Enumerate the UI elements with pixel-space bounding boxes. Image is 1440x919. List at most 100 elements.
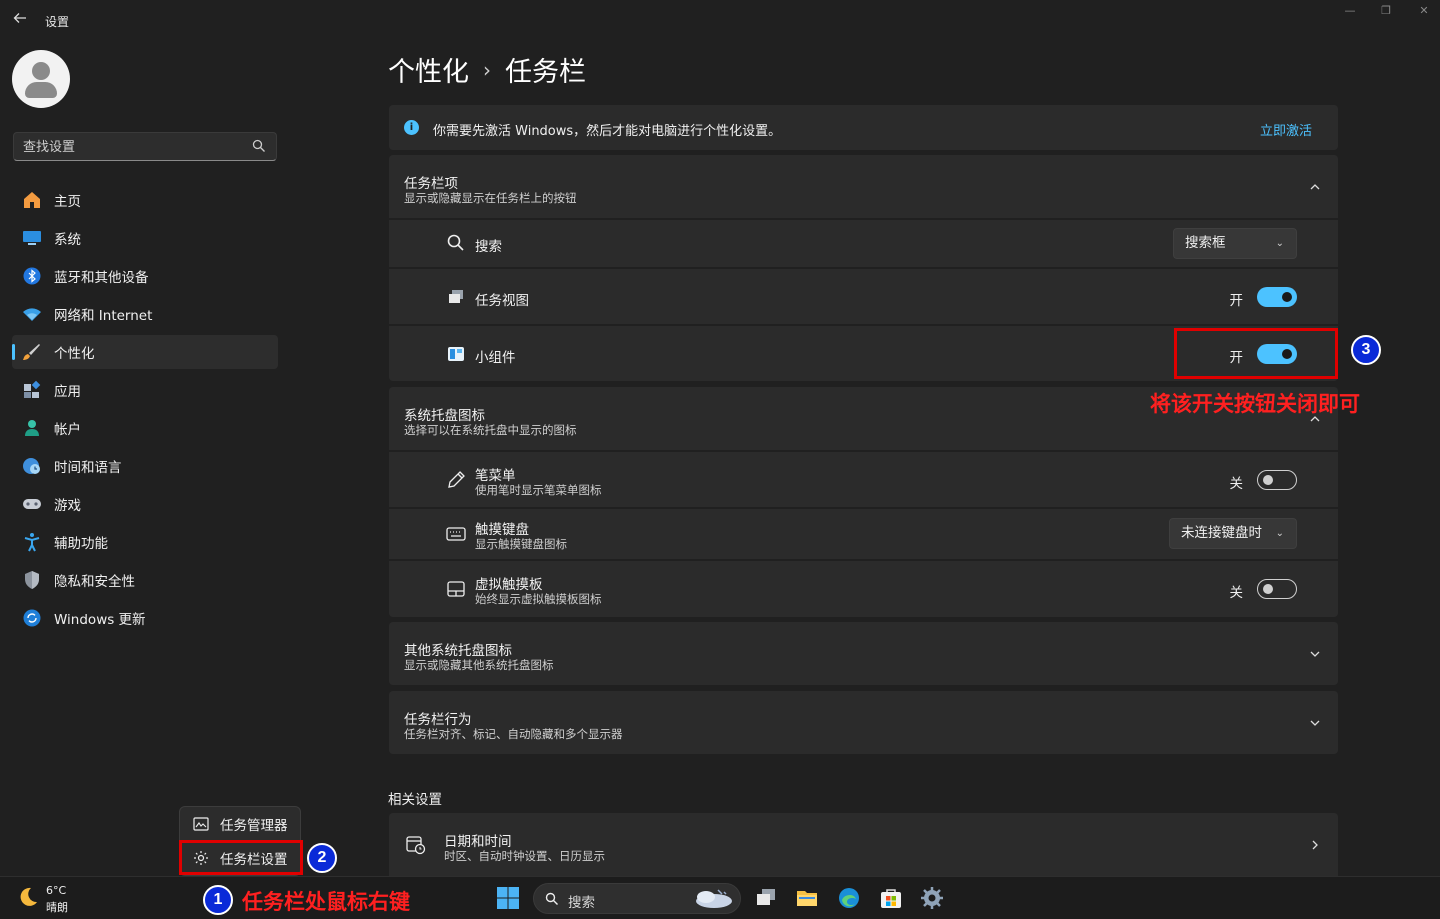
avatar-head-icon bbox=[32, 62, 50, 80]
row-title: 触摸键盘 bbox=[475, 522, 529, 538]
chevron-up-icon bbox=[1310, 184, 1320, 190]
back-button[interactable] bbox=[10, 10, 30, 30]
sidebar-item-bluetooth[interactable]: 蓝牙和其他设备 bbox=[12, 259, 278, 293]
touch-keyboard-dropdown[interactable]: 未连接键盘时 ⌄ bbox=[1169, 518, 1297, 549]
avatar[interactable] bbox=[12, 50, 70, 108]
row-title: 日期和时间 bbox=[444, 834, 512, 850]
task-view-button[interactable] bbox=[753, 885, 779, 911]
search-icon bbox=[545, 892, 558, 905]
close-button[interactable]: ✕ bbox=[1410, 2, 1438, 20]
store-icon bbox=[881, 889, 901, 908]
date-time-link-row[interactable]: 日期和时间 时区、自动时钟设置、日历显示 bbox=[389, 813, 1338, 876]
taskbar-behaviors-header[interactable]: 任务栏行为 任务栏对齐、标记、自动隐藏和多个显示器 bbox=[389, 691, 1338, 754]
title-bar: 设置 — ❐ ✕ bbox=[0, 0, 1440, 40]
taskbar-item-search-row: 搜索 搜索框 ⌄ bbox=[389, 220, 1338, 267]
toggle-knob bbox=[1263, 475, 1273, 485]
pen-icon bbox=[446, 470, 466, 490]
globe-clock-icon bbox=[22, 456, 42, 476]
home-icon bbox=[22, 190, 42, 210]
settings-search-input[interactable] bbox=[23, 137, 243, 157]
moon-weather-icon[interactable] bbox=[16, 885, 40, 909]
context-item-task-manager[interactable]: 任务管理器 bbox=[180, 809, 300, 839]
annotation-note-turn-off: 将该开关按钮关闭即可 bbox=[1150, 392, 1360, 416]
section-title: 其他系统托盘图标 bbox=[404, 643, 512, 659]
sidebar-item-label: 应用 bbox=[54, 384, 81, 400]
settings-app-button[interactable] bbox=[919, 885, 945, 911]
section-title: 任务栏项 bbox=[404, 176, 458, 192]
calendar-clock-icon bbox=[406, 835, 426, 855]
annotation-highlight-taskbar-settings bbox=[179, 840, 303, 875]
toggle-state-label: 关 bbox=[1229, 585, 1244, 601]
task-view-icon bbox=[446, 287, 466, 307]
maximize-button[interactable]: ❐ bbox=[1372, 2, 1400, 20]
row-description: 始终显示虚拟触摸板图标 bbox=[475, 592, 602, 606]
taskbar-search-box[interactable]: 搜索 bbox=[533, 883, 741, 914]
info-icon: i bbox=[404, 120, 419, 135]
other-tray-icons-header[interactable]: 其他系统托盘图标 显示或隐藏其他系统托盘图标 bbox=[389, 622, 1338, 685]
activation-banner: i 你需要先激活 Windows，然后才能对电脑进行个性化设置。 立即激活 bbox=[389, 105, 1338, 150]
dropdown-value: 搜索框 bbox=[1185, 235, 1226, 251]
monitor-icon bbox=[22, 228, 42, 248]
sidebar-item-accounts[interactable]: 帐户 bbox=[12, 411, 278, 445]
annotation-highlight-widgets-toggle bbox=[1174, 328, 1338, 379]
row-title: 笔菜单 bbox=[475, 468, 516, 484]
sidebar-item-apps[interactable]: 应用 bbox=[12, 373, 278, 407]
sidebar-item-label: 系统 bbox=[54, 232, 81, 248]
wifi-icon bbox=[22, 304, 42, 324]
section-subtitle: 选择可以在系统托盘中显示的图标 bbox=[404, 423, 577, 437]
sidebar-item-accessibility[interactable]: 辅助功能 bbox=[12, 525, 278, 559]
app-title: 设置 bbox=[45, 15, 70, 29]
brush-icon bbox=[22, 342, 42, 362]
file-explorer-button[interactable] bbox=[794, 885, 820, 911]
sidebar-item-gaming[interactable]: 游戏 bbox=[12, 487, 278, 521]
virtual-touchpad-toggle[interactable] bbox=[1257, 579, 1297, 599]
annotation-badge-1: 1 bbox=[203, 885, 233, 915]
touchpad-icon bbox=[446, 579, 466, 599]
activate-now-link[interactable]: 立即激活 bbox=[1260, 120, 1312, 139]
edge-icon bbox=[839, 888, 859, 908]
apps-icon bbox=[22, 380, 42, 400]
search-mode-dropdown[interactable]: 搜索框 ⌄ bbox=[1173, 228, 1297, 259]
sidebar-item-personalization[interactable]: 个性化 bbox=[12, 335, 278, 369]
sidebar-item-privacy[interactable]: 隐私和安全性 bbox=[12, 563, 278, 597]
taskbar-search-label: 搜索 bbox=[568, 895, 595, 911]
activation-message: 你需要先激活 Windows，然后才能对电脑进行个性化设置。 bbox=[433, 124, 782, 139]
annotation-note-right-click: 任务栏处鼠标右键 bbox=[242, 890, 410, 914]
toggle-knob bbox=[1282, 292, 1292, 302]
annotation-badge-2: 2 bbox=[307, 843, 337, 873]
store-button[interactable] bbox=[878, 885, 904, 911]
dropdown-value: 未连接键盘时 bbox=[1181, 525, 1262, 541]
sidebar-item-label: 隐私和安全性 bbox=[54, 574, 135, 590]
sidebar-item-label: 辅助功能 bbox=[54, 536, 108, 552]
sidebar-item-windows-update[interactable]: Windows 更新 bbox=[12, 601, 278, 635]
sidebar-item-label: Windows 更新 bbox=[54, 612, 146, 628]
sidebar-item-time-language[interactable]: 时间和语言 bbox=[12, 449, 278, 483]
breadcrumb-parent[interactable]: 个性化 bbox=[388, 50, 469, 89]
row-description: 显示触摸键盘图标 bbox=[475, 537, 567, 551]
row-title: 搜索 bbox=[475, 239, 502, 255]
sidebar-item-label: 时间和语言 bbox=[54, 460, 122, 476]
search-icon bbox=[446, 233, 466, 253]
sidebar-item-system[interactable]: 系统 bbox=[12, 221, 278, 255]
sidebar-item-label: 个性化 bbox=[54, 346, 95, 362]
update-icon bbox=[22, 608, 42, 628]
settings-search-box[interactable] bbox=[13, 132, 277, 161]
search-highlight-icon bbox=[696, 889, 732, 908]
edge-button[interactable] bbox=[836, 885, 862, 911]
start-button[interactable] bbox=[495, 885, 521, 911]
page-title: 任务栏 bbox=[505, 57, 586, 88]
taskview-toggle[interactable] bbox=[1257, 287, 1297, 307]
sidebar-item-home[interactable]: 主页 bbox=[12, 183, 278, 217]
pen-menu-toggle[interactable] bbox=[1257, 470, 1297, 490]
row-description: 使用笔时显示笔菜单图标 bbox=[475, 483, 602, 497]
chevron-right-icon bbox=[1312, 840, 1318, 850]
breadcrumb-separator: › bbox=[483, 57, 491, 82]
related-settings-heading: 相关设置 bbox=[388, 792, 442, 808]
row-title: 虚拟触摸板 bbox=[475, 577, 543, 593]
toggle-state-label: 开 bbox=[1229, 293, 1244, 309]
sidebar-item-label: 蓝牙和其他设备 bbox=[54, 270, 149, 286]
minimize-button[interactable]: — bbox=[1336, 2, 1364, 20]
taskbar-item-taskview-row: 任务视图 开 bbox=[389, 269, 1338, 324]
taskbar-items-header[interactable]: 任务栏项 显示或隐藏显示在任务栏上的按钮 bbox=[389, 155, 1338, 218]
sidebar-item-network[interactable]: 网络和 Internet bbox=[12, 297, 278, 331]
